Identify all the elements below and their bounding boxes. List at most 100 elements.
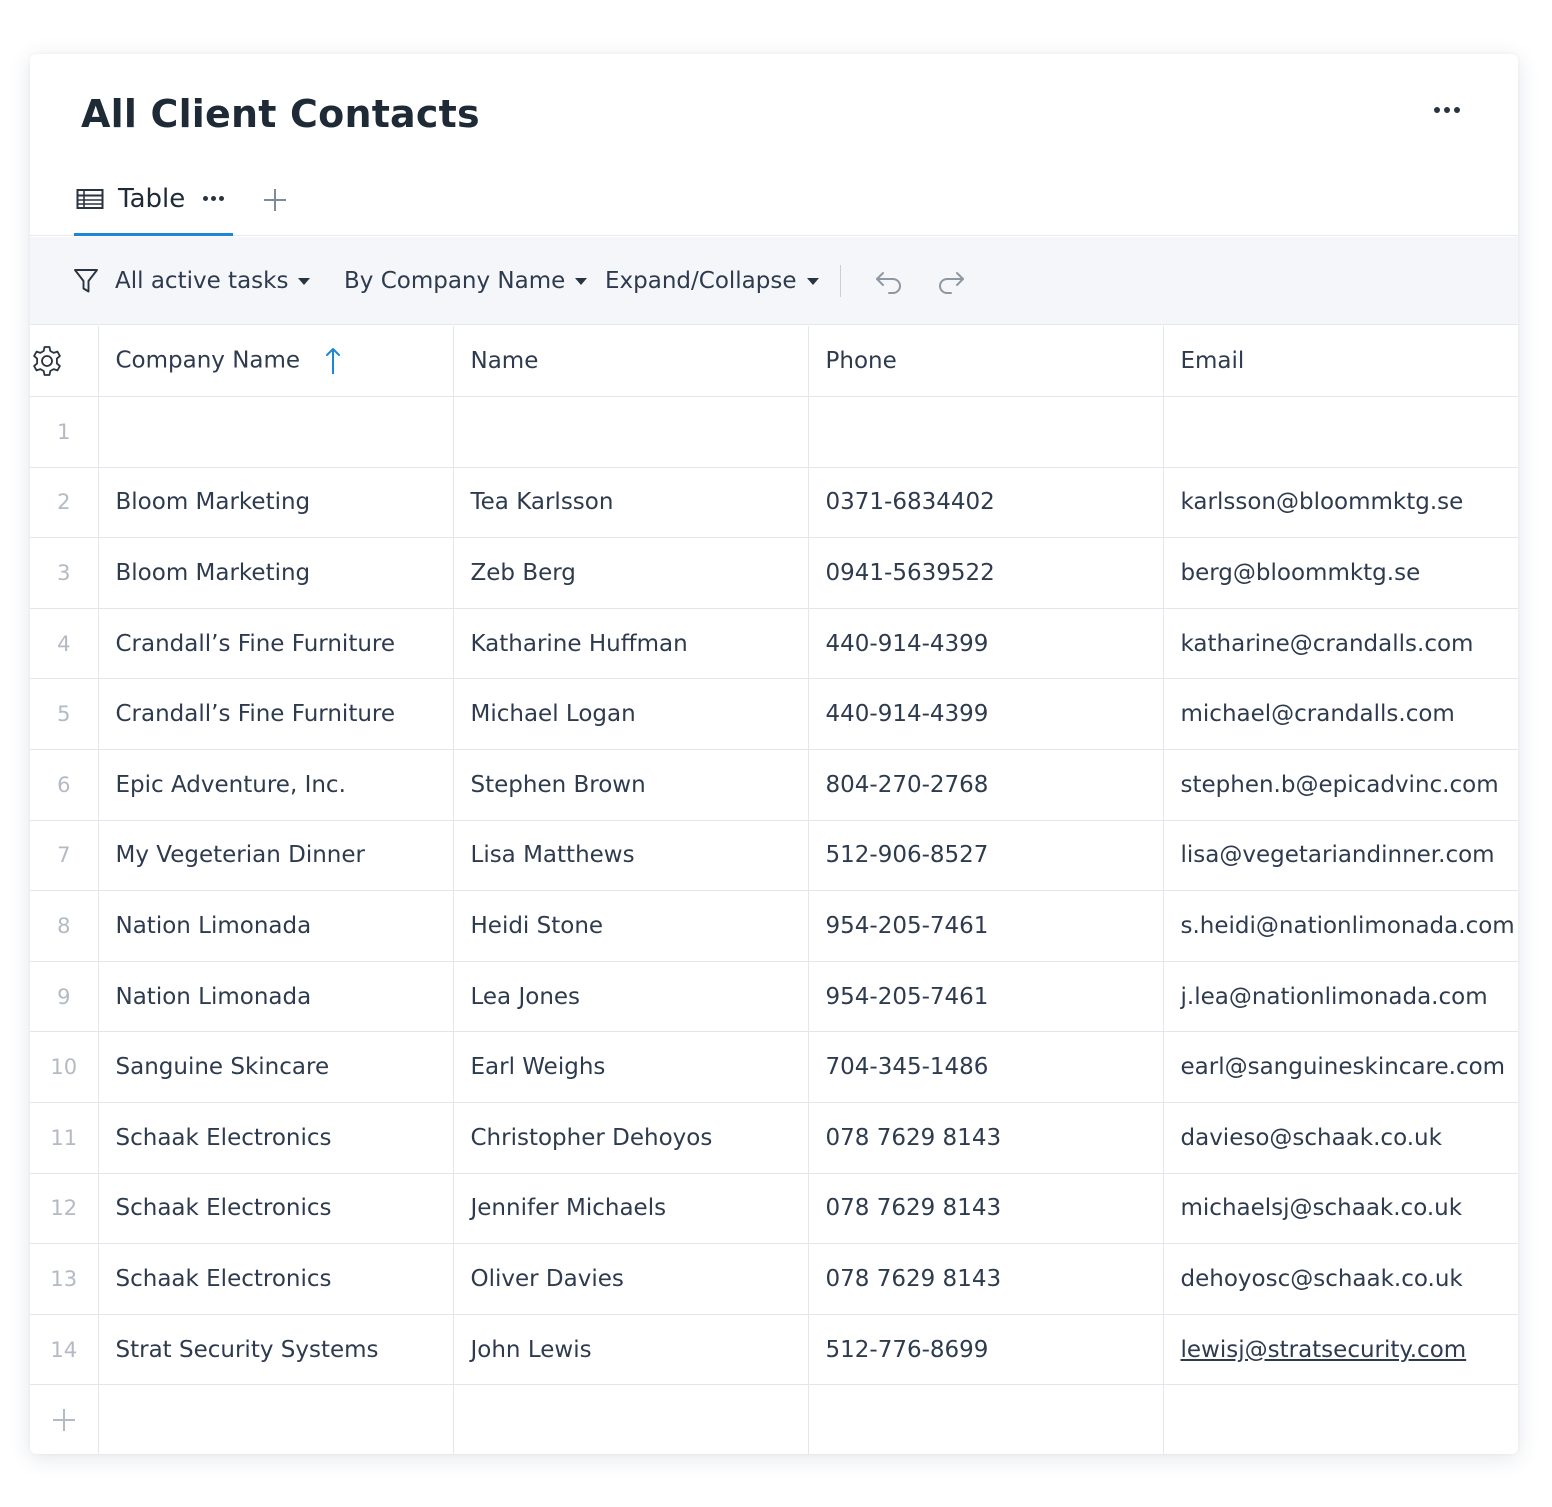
phone-cell[interactable]: 078 7629 8143 [808,1173,1164,1245]
phone-cell[interactable]: 512-906-8527 [808,820,1164,892]
company-cell[interactable] [98,396,454,468]
company-cell[interactable]: Schaak Electronics [98,1243,454,1315]
row-number: 4 [30,608,99,680]
group-by-dropdown[interactable]: By Company Name [344,237,588,325]
company-cell[interactable]: Sanguine Skincare [98,1031,454,1104]
add-row[interactable] [30,1384,1518,1454]
empty-cell[interactable] [808,1384,1164,1454]
table-row[interactable]: 5 Crandall’s Fine Furniture Michael Loga… [30,678,1518,751]
add-row-button[interactable] [30,1384,99,1454]
name-cell[interactable]: Jennifer Michaels [453,1173,809,1245]
redo-button[interactable] [935,237,967,325]
email-cell[interactable]: earl@sanguineskincare.com [1163,1031,1518,1104]
column-header-phone[interactable]: Phone [808,326,1164,398]
name-cell[interactable]: Katharine Huffman [453,608,809,680]
more-options-button[interactable] [1430,98,1464,122]
add-view-icon[interactable] [259,184,291,216]
phone-cell[interactable]: 804-270-2768 [808,749,1164,821]
company-cell[interactable]: Crandall’s Fine Furniture [98,678,454,751]
company-cell[interactable]: Strat Security Systems [98,1314,454,1386]
phone-cell[interactable]: 078 7629 8143 [808,1102,1164,1174]
name-cell[interactable]: Christopher Dehoyos [453,1102,809,1174]
undo-button[interactable] [873,237,905,325]
company-cell[interactable]: Schaak Electronics [98,1173,454,1245]
company-cell[interactable]: Bloom Marketing [98,467,454,539]
tab-more-icon[interactable] [203,196,225,201]
company-cell[interactable]: Bloom Marketing [98,537,454,609]
table-row[interactable]: 12 Schaak Electronics Jennifer Michaels … [30,1173,1518,1245]
column-header-label: Email [1180,348,1245,375]
name-cell[interactable]: Earl Weighs [453,1031,809,1104]
name-cell[interactable]: Heidi Stone [453,890,809,962]
email-cell[interactable]: michael@crandalls.com [1163,678,1518,751]
expand-collapse-dropdown[interactable]: Expand/Collapse [605,237,819,325]
phone-cell[interactable]: 078 7629 8143 [808,1243,1164,1315]
table-row[interactable]: 14 Strat Security Systems John Lewis 512… [30,1314,1518,1386]
filter-dropdown[interactable]: All active tasks [73,237,311,325]
tab-table-label: Table [118,183,186,214]
empty-cell[interactable] [1163,1384,1518,1454]
phone-cell[interactable]: 954-205-7461 [808,890,1164,962]
company-cell[interactable]: Crandall’s Fine Furniture [98,608,454,680]
phone-cell[interactable]: 440-914-4399 [808,608,1164,680]
phone-cell[interactable]: 954-205-7461 [808,961,1164,1033]
name-cell[interactable] [453,396,809,468]
name-cell[interactable]: Tea Karlsson [453,467,809,539]
column-header-name[interactable]: Name [453,326,809,398]
sort-ascending-icon[interactable] [325,346,341,376]
table-row[interactable]: 2 Bloom Marketing Tea Karlsson 0371-6834… [30,467,1518,539]
phone-cell[interactable]: 0941-5639522 [808,537,1164,609]
name-cell[interactable]: Lisa Matthews [453,820,809,892]
company-cell[interactable]: Epic Adventure, Inc. [98,749,454,821]
name-cell[interactable]: Zeb Berg [453,537,809,609]
table-row[interactable]: 10 Sanguine Skincare Earl Weighs 704-345… [30,1031,1518,1104]
email-cell[interactable]: katharine@crandalls.com [1163,608,1518,680]
name-cell[interactable]: John Lewis [453,1314,809,1386]
company-cell[interactable]: Nation Limonada [98,961,454,1033]
column-header-email[interactable]: Email [1163,326,1518,398]
email-cell[interactable]: lisa@vegetariandinner.com [1163,820,1518,892]
table-row[interactable]: 1 [30,396,1518,468]
row-number: 7 [30,820,99,892]
email-link[interactable]: lewisj@stratsecurity.com [1181,1337,1467,1363]
empty-cell[interactable] [453,1384,809,1454]
phone-cell[interactable]: 440-914-4399 [808,678,1164,751]
email-cell[interactable]: karlsson@bloommktg.se [1163,467,1518,539]
table-row[interactable]: 4 Crandall’s Fine Furniture Katharine Hu… [30,608,1518,680]
name-cell[interactable]: Lea Jones [453,961,809,1033]
company-cell[interactable]: Nation Limonada [98,890,454,962]
empty-cell[interactable] [98,1384,454,1454]
phone-cell[interactable]: 704-345-1486 [808,1031,1164,1104]
column-header-label: Name [470,348,539,375]
email-cell[interactable]: lewisj@stratsecurity.com [1163,1314,1518,1386]
table-row[interactable]: 7 My Vegeterian Dinner Lisa Matthews 512… [30,820,1518,892]
table-header-row: Company Name Name Phone Email [30,326,1518,398]
email-cell[interactable]: s.heidi@nationlimonada.com [1163,890,1518,962]
phone-cell[interactable] [808,396,1164,468]
company-cell[interactable]: My Vegeterian Dinner [98,820,454,892]
tab-table[interactable]: Table [74,164,233,236]
email-cell[interactable]: berg@bloommktg.se [1163,537,1518,609]
email-cell[interactable]: michaelsj@schaak.co.uk [1163,1173,1518,1245]
table-row[interactable]: 11 Schaak Electronics Christopher Dehoyo… [30,1102,1518,1174]
table-body: 1 2 Bloom Marketing Tea Karlsson 0371-68… [30,396,1518,1454]
table-row[interactable]: 13 Schaak Electronics Oliver Davies 078 … [30,1243,1518,1315]
email-cell[interactable]: davieso@schaak.co.uk [1163,1102,1518,1174]
column-header-company-name[interactable]: Company Name [98,326,454,398]
name-cell[interactable]: Oliver Davies [453,1243,809,1315]
email-cell[interactable] [1163,396,1518,468]
phone-cell[interactable]: 0371-6834402 [808,467,1164,539]
name-cell[interactable]: Stephen Brown [453,749,809,821]
email-cell[interactable]: j.lea@nationlimonada.com [1163,961,1518,1033]
table-row[interactable]: 6 Epic Adventure, Inc. Stephen Brown 804… [30,749,1518,821]
email-cell[interactable]: stephen.b@epicadvinc.com [1163,749,1518,821]
phone-cell[interactable]: 512-776-8699 [808,1314,1164,1386]
table-row[interactable]: 9 Nation Limonada Lea Jones 954-205-7461… [30,961,1518,1033]
company-cell[interactable]: Schaak Electronics [98,1102,454,1174]
table-row[interactable]: 8 Nation Limonada Heidi Stone 954-205-74… [30,890,1518,962]
row-number: 9 [30,961,99,1033]
table-row[interactable]: 3 Bloom Marketing Zeb Berg 0941-5639522 … [30,537,1518,609]
column-settings-button[interactable] [30,326,99,398]
email-cell[interactable]: dehoyosc@schaak.co.uk [1163,1243,1518,1315]
name-cell[interactable]: Michael Logan [453,678,809,751]
